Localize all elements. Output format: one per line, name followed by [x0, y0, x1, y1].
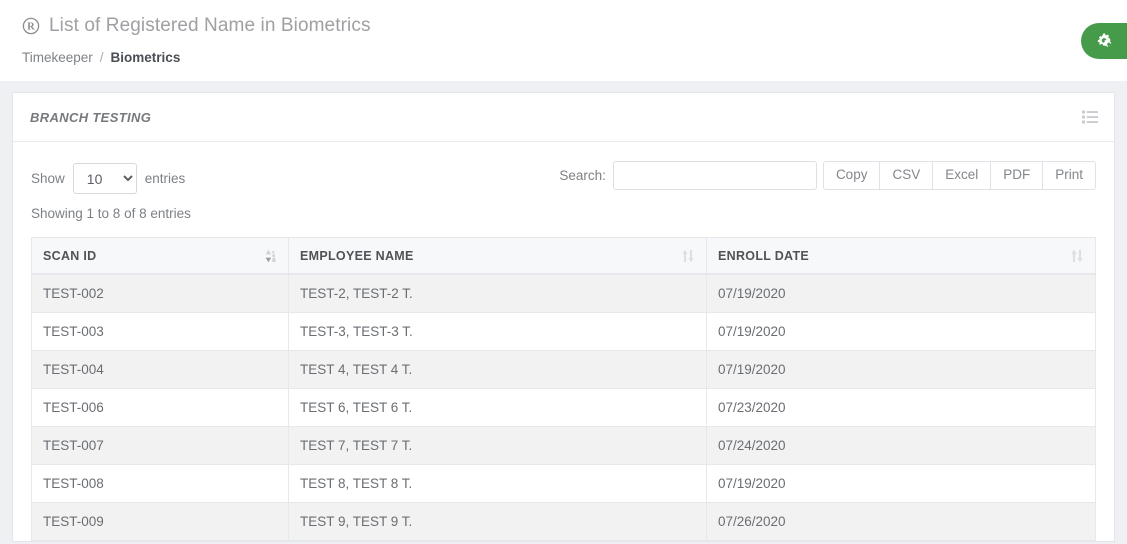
branch-panel: BRANCH TESTING Show 10 entries Search: C…	[12, 92, 1115, 542]
breadcrumb-item-timekeeper[interactable]: Timekeeper	[22, 49, 93, 67]
search-control: Search:	[559, 161, 817, 190]
sort-none-icon	[1071, 249, 1083, 263]
page-title-text: List of Registered Name in Biometrics	[49, 15, 371, 36]
cell-enroll-date: 07/23/2020	[706, 388, 1096, 426]
cell-scan-id: TEST-007	[31, 426, 288, 464]
pdf-button[interactable]: PDF	[990, 161, 1043, 190]
cell-employee-name: TEST 6, TEST 6 T.	[288, 388, 706, 426]
cell-employee-name: TEST-3, TEST-3 T.	[288, 312, 706, 350]
column-label: EMPLOYEE NAME	[300, 248, 414, 263]
search-label: Search:	[559, 168, 606, 183]
cell-employee-name: TEST 8, TEST 8 T.	[288, 464, 706, 502]
column-label: SCAN ID	[43, 248, 97, 263]
cell-employee-name: TEST 7, TEST 7 T.	[288, 426, 706, 464]
page-header: R List of Registered Name in Biometrics …	[0, 0, 1127, 81]
table-row[interactable]: TEST-003 TEST-3, TEST-3 T. 07/19/2020	[31, 312, 1096, 350]
panel-title: BRANCH TESTING	[30, 109, 152, 125]
cell-scan-id: TEST-009	[31, 502, 288, 541]
panel-wrapper: BRANCH TESTING Show 10 entries Search: C…	[0, 81, 1127, 542]
cell-scan-id: TEST-002	[31, 274, 288, 312]
page-length-select[interactable]: 10	[72, 163, 137, 194]
breadcrumb-separator: /	[99, 50, 104, 65]
registered-trademark-icon: R	[22, 17, 40, 35]
table-row[interactable]: TEST-007 TEST 7, TEST 7 T. 07/24/2020	[31, 426, 1096, 464]
cogs-icon	[1095, 32, 1114, 50]
breadcrumb-item-biometrics: Biometrics	[110, 50, 181, 65]
show-label: Show	[31, 171, 65, 186]
page-length-control: Show 10 entries	[31, 159, 185, 194]
table-body: TEST-002 TEST-2, TEST-2 T. 07/19/2020 TE…	[31, 274, 1096, 541]
cell-scan-id: TEST-006	[31, 388, 288, 426]
biometrics-table: SCAN ID EMPLOYEE NAME ENROLL DATE TEST-0…	[31, 237, 1096, 541]
panel-header: BRANCH TESTING	[13, 93, 1114, 142]
csv-button[interactable]: CSV	[879, 161, 933, 190]
search-input[interactable]	[612, 161, 817, 190]
cell-scan-id: TEST-008	[31, 464, 288, 502]
table-row[interactable]: TEST-009 TEST 9, TEST 9 T. 07/26/2020	[31, 502, 1096, 541]
sort-asc-icon	[265, 249, 276, 263]
cell-enroll-date: 07/24/2020	[706, 426, 1096, 464]
cell-scan-id: TEST-004	[31, 350, 288, 388]
export-button-group: Copy CSV Excel PDF Print	[822, 161, 1096, 190]
table-row[interactable]: TEST-008 TEST 8, TEST 8 T. 07/19/2020	[31, 464, 1096, 502]
column-label: ENROLL DATE	[718, 248, 810, 263]
cell-scan-id: TEST-003	[31, 312, 288, 350]
settings-fab-button[interactable]	[1081, 23, 1127, 59]
cell-employee-name: TEST 9, TEST 9 T.	[288, 502, 706, 541]
excel-button[interactable]: Excel	[932, 161, 991, 190]
svg-text:R: R	[27, 22, 35, 33]
cell-enroll-date: 07/26/2020	[706, 502, 1096, 541]
table-head: SCAN ID EMPLOYEE NAME ENROLL DATE	[31, 237, 1096, 274]
cell-enroll-date: 07/19/2020	[706, 274, 1096, 312]
copy-button[interactable]: Copy	[822, 161, 880, 190]
breadcrumb: Timekeeper / Biometrics	[22, 49, 1127, 67]
datatable-controls: Show 10 entries Search: Copy CSV Excel P…	[31, 159, 1096, 195]
page-title: R List of Registered Name in Biometrics	[22, 14, 1127, 38]
panel-menu-button[interactable]	[1082, 110, 1098, 124]
column-header-scan-id[interactable]: SCAN ID	[31, 237, 288, 274]
datatable-right-controls: Search: Copy CSV Excel PDF Print	[559, 159, 1096, 190]
print-button[interactable]: Print	[1042, 161, 1096, 190]
cell-employee-name: TEST 4, TEST 4 T.	[288, 350, 706, 388]
cell-enroll-date: 07/19/2020	[706, 312, 1096, 350]
sort-none-icon	[682, 249, 694, 263]
table-row[interactable]: TEST-006 TEST 6, TEST 6 T. 07/23/2020	[31, 388, 1096, 426]
column-header-employee-name[interactable]: EMPLOYEE NAME	[288, 237, 706, 274]
entries-label: entries	[144, 171, 186, 186]
list-menu-icon	[1082, 110, 1098, 124]
table-row[interactable]: TEST-004 TEST 4, TEST 4 T. 07/19/2020	[31, 350, 1096, 388]
datatable-info: Showing 1 to 8 of 8 entries	[31, 206, 191, 221]
cell-employee-name: TEST-2, TEST-2 T.	[288, 274, 706, 312]
column-header-enroll-date[interactable]: ENROLL DATE	[706, 237, 1096, 274]
cell-enroll-date: 07/19/2020	[706, 464, 1096, 502]
panel-body: Show 10 entries Search: Copy CSV Excel P…	[13, 142, 1114, 541]
table-row[interactable]: TEST-002 TEST-2, TEST-2 T. 07/19/2020	[31, 274, 1096, 312]
cell-enroll-date: 07/19/2020	[706, 350, 1096, 388]
table-header-row: SCAN ID EMPLOYEE NAME ENROLL DATE	[31, 237, 1096, 274]
